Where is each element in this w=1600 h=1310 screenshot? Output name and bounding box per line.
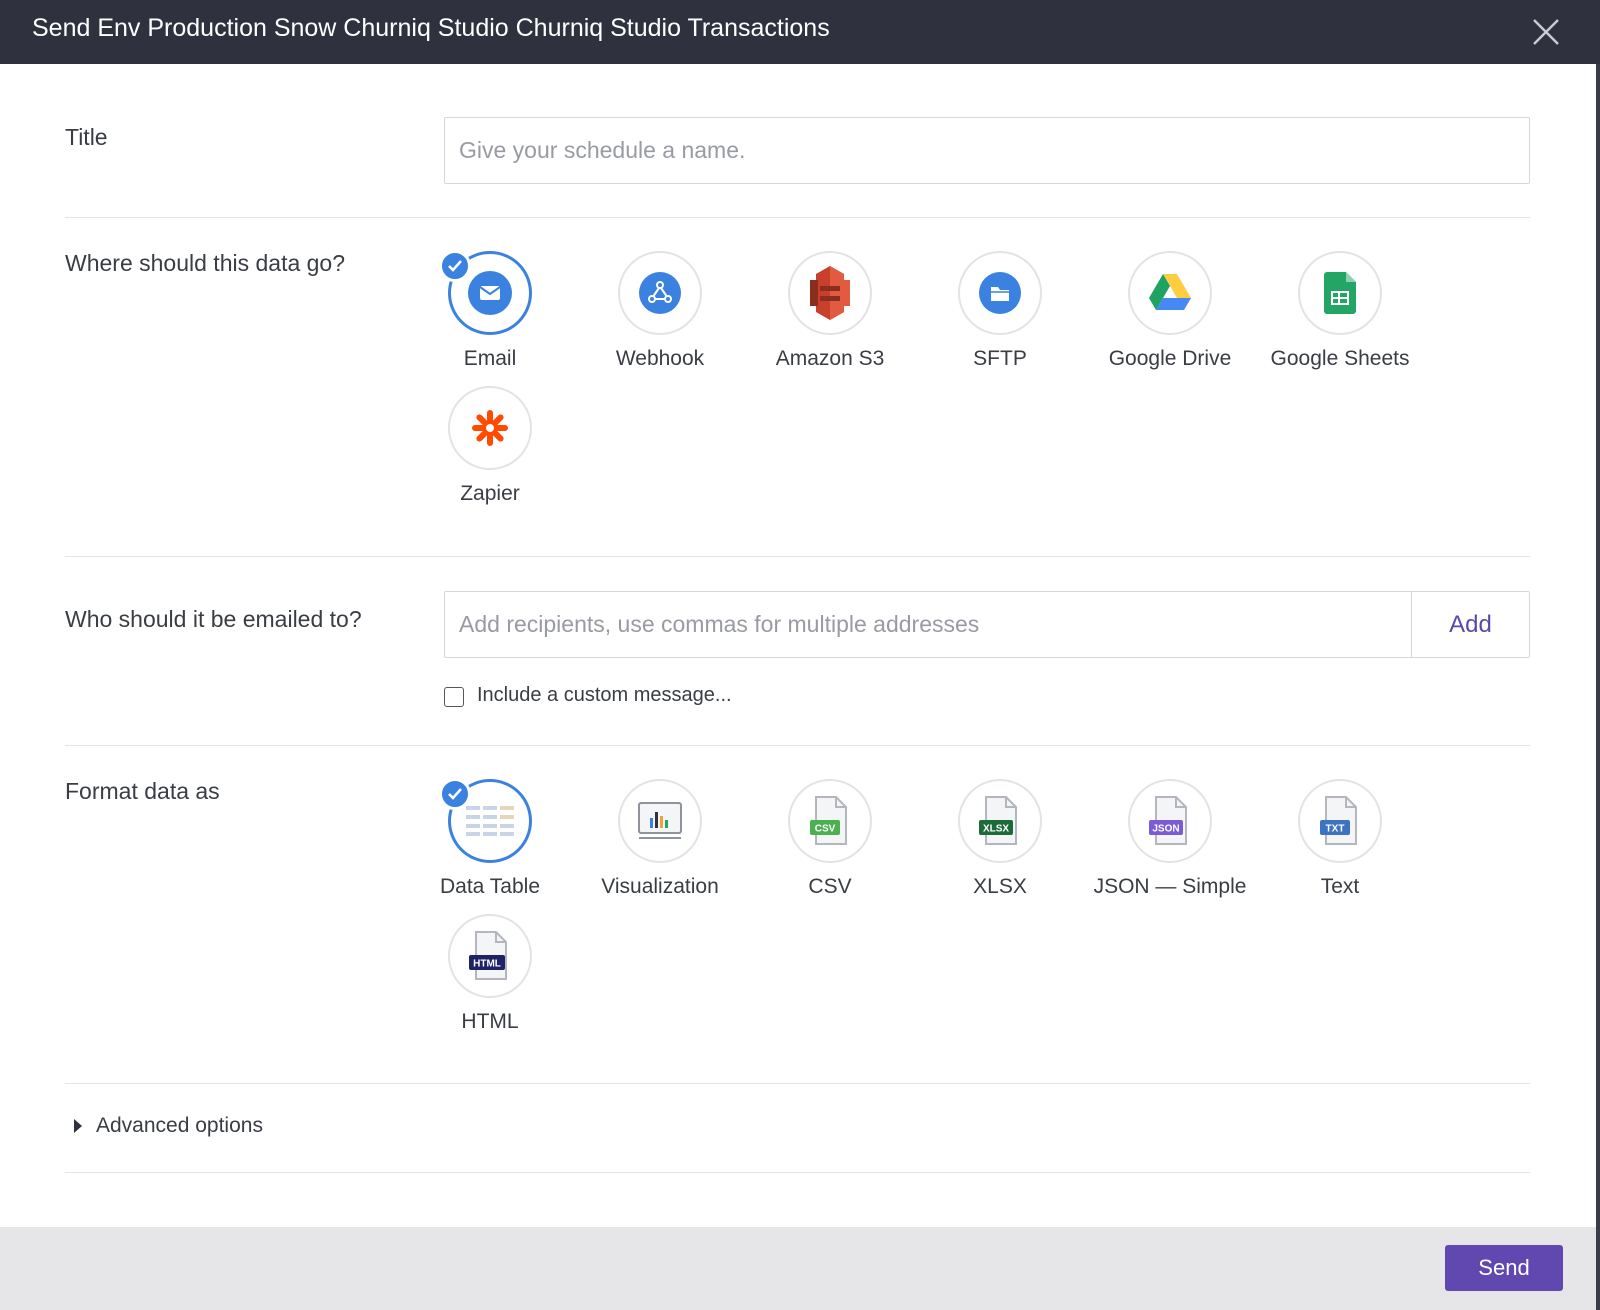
option-label: HTML — [461, 1010, 519, 1033]
option-label: XLSX — [973, 875, 1027, 898]
destination-option-zapier[interactable]: Zapier — [405, 386, 575, 516]
option-circle — [1298, 251, 1382, 335]
option-circle — [958, 251, 1042, 335]
option-circle — [618, 251, 702, 335]
option-label: Text — [1320, 875, 1360, 898]
option-label: Zapier — [460, 482, 520, 505]
advanced-options-toggle[interactable]: Advanced options — [74, 1114, 263, 1138]
destination-option-google-drive[interactable]: Google Drive — [1085, 251, 1255, 381]
divider — [65, 745, 1530, 746]
data-table-icon — [466, 806, 514, 836]
destination-option-amazon-s3[interactable]: Amazon S3 — [745, 251, 915, 381]
recipients-input[interactable] — [444, 591, 1412, 658]
option-circle — [618, 779, 702, 863]
format-option-xlsx[interactable]: XLSX XLSX — [915, 779, 1085, 909]
option-label: Data Table — [439, 875, 541, 898]
option-label: JSON — Simple — [1093, 875, 1247, 898]
webhook-icon — [639, 272, 681, 314]
xlsx-file-icon: XLSX — [979, 796, 1017, 845]
divider — [65, 556, 1530, 557]
option-label: SFTP — [973, 347, 1027, 370]
json-file-icon: JSON — [1149, 796, 1187, 845]
zapier-icon — [472, 410, 508, 446]
divider — [65, 217, 1530, 218]
dialog-header: Send Env Production Snow Churniq Studio … — [0, 0, 1600, 64]
dialog-footer — [0, 1227, 1596, 1310]
option-label: Visualization — [601, 875, 719, 898]
option-circle: TXT — [1298, 779, 1382, 863]
option-circle — [788, 251, 872, 335]
html-file-icon: HTML — [469, 931, 507, 980]
add-recipient-button[interactable]: Add — [1411, 591, 1530, 658]
txt-badge: TXT — [1326, 824, 1345, 835]
format-option-text[interactable]: TXT Text — [1255, 779, 1425, 909]
format-option-csv[interactable]: CSV CSV — [745, 779, 915, 909]
close-icon[interactable] — [1530, 16, 1562, 48]
destination-label: Where should this data go? — [65, 250, 346, 276]
json-badge: JSON — [1152, 824, 1179, 835]
schedule-title-input[interactable] — [444, 117, 1530, 184]
destination-option-google-sheets[interactable]: Google Sheets — [1255, 251, 1425, 381]
google-drive-icon — [1149, 274, 1191, 310]
destination-option-sftp[interactable]: SFTP — [915, 251, 1085, 381]
option-circle: HTML — [448, 914, 532, 998]
amazon-s3-icon — [810, 266, 850, 320]
dialog-title: Send Env Production Snow Churniq Studio … — [32, 14, 830, 42]
format-option-json-simple[interactable]: JSON JSON — Simple — [1085, 779, 1255, 909]
custom-message-checkbox[interactable] — [444, 687, 464, 707]
option-circle — [448, 386, 532, 470]
csv-badge: CSV — [815, 824, 836, 835]
visualization-icon — [638, 802, 682, 839]
google-sheets-icon — [1324, 272, 1356, 314]
divider — [65, 1172, 1530, 1173]
option-circle — [1128, 251, 1212, 335]
format-label: Format data as — [65, 778, 220, 804]
option-circle: XLSX — [958, 779, 1042, 863]
xlsx-badge: XLSX — [983, 824, 1009, 835]
format-option-visualization[interactable]: Visualization — [575, 779, 745, 909]
advanced-options-label: Advanced options — [96, 1114, 263, 1137]
destination-option-email[interactable]: Email — [405, 250, 575, 381]
option-circle: JSON — [1128, 779, 1212, 863]
sftp-icon — [979, 272, 1021, 314]
option-label: Google Drive — [1108, 347, 1232, 370]
destination-option-webhook[interactable]: Webhook — [575, 251, 745, 381]
caret-right-icon — [74, 1119, 82, 1133]
recipients-label: Who should it be emailed to? — [65, 606, 362, 632]
send-button[interactable]: Send — [1445, 1245, 1563, 1291]
scroll-edge — [1596, 64, 1600, 1310]
selected-check-icon — [439, 778, 471, 810]
csv-file-icon: CSV — [810, 796, 847, 845]
option-label: Google Sheets — [1270, 347, 1410, 370]
title-label: Title — [65, 124, 108, 150]
option-label: Amazon S3 — [775, 347, 885, 370]
option-label: Email — [463, 347, 517, 370]
option-label: Webhook — [615, 347, 705, 370]
selected-check-icon — [439, 250, 471, 282]
custom-message-label: Include a custom message... — [477, 684, 732, 706]
text-file-icon: TXT — [1320, 796, 1357, 845]
option-label: CSV — [808, 875, 852, 898]
divider — [65, 1083, 1530, 1084]
option-circle: CSV — [788, 779, 872, 863]
html-badge: HTML — [473, 959, 501, 970]
email-icon — [468, 271, 512, 315]
format-option-html[interactable]: HTML HTML — [405, 914, 575, 1044]
format-option-data-table[interactable]: Data Table — [405, 778, 575, 909]
